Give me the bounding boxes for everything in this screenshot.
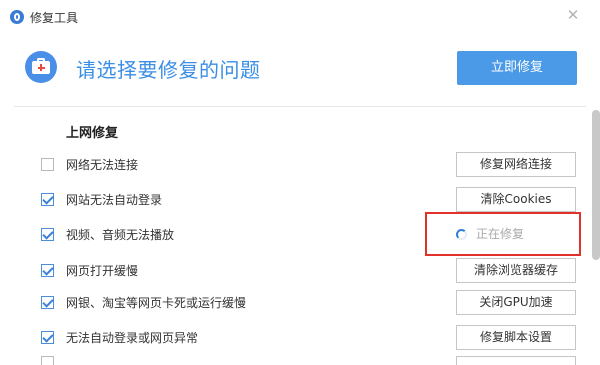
section-title: 上网修复 xyxy=(66,126,119,141)
row-checkbox[interactable] xyxy=(41,331,54,344)
row-label: 视频、音频无法播放 xyxy=(66,228,175,242)
row-checkbox-partial[interactable] xyxy=(41,356,54,365)
page-title: 请选择要修复的问题 xyxy=(76,58,261,82)
list-item: 网络无法连接 修复网络连接 xyxy=(0,152,590,188)
header-divider xyxy=(14,106,586,107)
row-label: 网页打开缓慢 xyxy=(66,264,139,278)
row-checkbox[interactable] xyxy=(41,296,54,309)
title-bar: 修复工具 ✕ xyxy=(0,0,600,34)
list-item: 网页打开缓慢 清除浏览器缓存 xyxy=(0,258,590,294)
scrollbar-thumb[interactable] xyxy=(592,110,600,260)
row-button-partial[interactable] xyxy=(456,356,576,365)
row-checkbox[interactable] xyxy=(41,228,54,241)
repair-network-button[interactable]: 修复网络连接 xyxy=(456,152,576,177)
clear-browser-cache-button[interactable]: 清除浏览器缓存 xyxy=(456,258,576,283)
scrollbar[interactable] xyxy=(592,108,600,365)
row-label: 网站无法自动登录 xyxy=(66,193,163,207)
disable-gpu-acceleration-button[interactable]: 关闭GPU加速 xyxy=(456,290,576,315)
close-icon[interactable]: ✕ xyxy=(565,7,581,23)
list-item: 网银、淘宝等网页卡死或运行缓慢 关闭GPU加速 xyxy=(0,290,590,326)
row-checkbox[interactable] xyxy=(41,264,54,277)
row-checkbox[interactable] xyxy=(41,193,54,206)
repair-now-button[interactable]: 立即修复 xyxy=(457,51,577,85)
row-label: 无法自动登录或网页异常 xyxy=(66,331,199,345)
row-label: 网络无法连接 xyxy=(66,158,139,172)
window-title: 修复工具 xyxy=(30,11,79,25)
first-aid-kit-icon xyxy=(25,51,57,83)
clear-cookies-button[interactable]: 清除Cookies xyxy=(456,187,576,212)
repair-tool-logo-icon xyxy=(10,10,24,24)
repair-script-settings-button[interactable]: 修复脚本设置 xyxy=(456,325,576,350)
row-checkbox[interactable] xyxy=(41,158,54,171)
highlight-box xyxy=(425,212,581,256)
row-label: 网银、淘宝等网页卡死或运行缓慢 xyxy=(66,296,247,310)
